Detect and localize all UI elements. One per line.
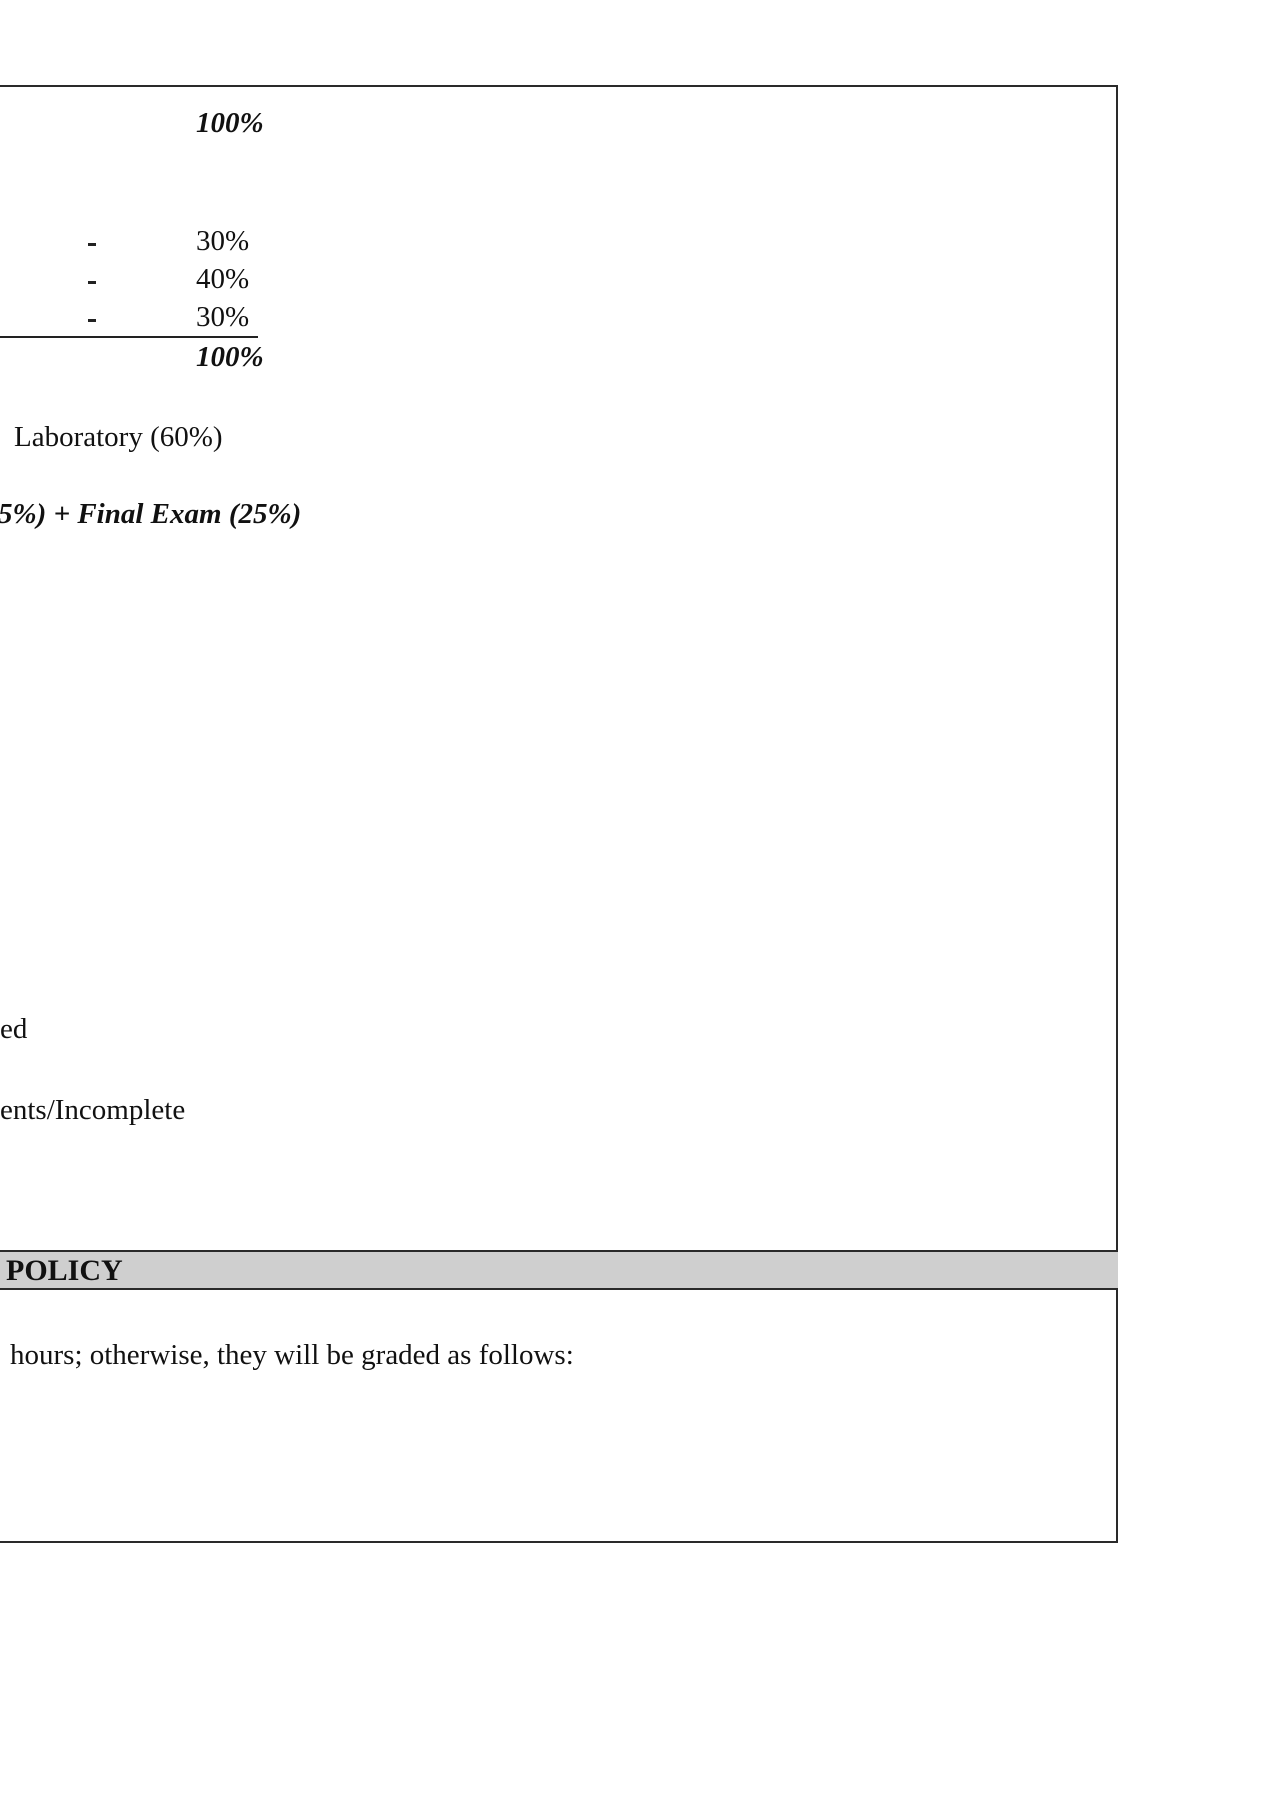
policy-body-text: hours; otherwise, they will be graded as…: [10, 1339, 574, 1371]
formula-lab-text: Laboratory (60%): [14, 421, 223, 453]
formula-lab-component: Laboratory (60%): [0, 420, 223, 454]
remark-line-1: ed: [0, 1013, 28, 1045]
policy-section-title: POLICY: [6, 1254, 123, 1287]
component-percentage-2: 40%: [196, 263, 250, 295]
total-percentage-bottom: 100%: [196, 341, 264, 373]
component-dash-1: [88, 243, 96, 246]
total-percentage-top: 100%: [196, 107, 264, 139]
component-dash-3: [88, 319, 96, 322]
document-frame: [0, 85, 1118, 1543]
component-percentage-1: 30%: [196, 225, 250, 257]
sum-rule: [0, 336, 258, 338]
remark-line-2: ents/Incomplete: [0, 1094, 186, 1126]
formula-final-component: 5%) + Final Exam (25%): [0, 498, 302, 530]
component-dash-2: [88, 281, 96, 284]
component-percentage-3: 30%: [196, 301, 250, 333]
policy-section-header: POLICY: [0, 1250, 1118, 1290]
